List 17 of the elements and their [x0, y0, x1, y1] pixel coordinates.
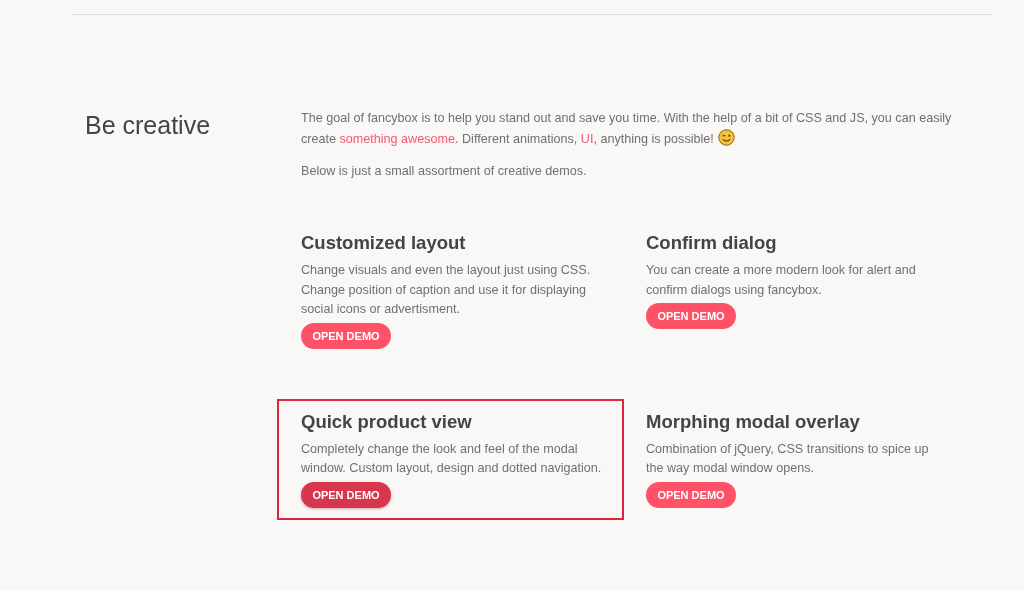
open-demo-button[interactable]: OPEN DEMO [301, 481, 391, 508]
card-title: Customized layout [301, 231, 467, 255]
smiley-icon [717, 129, 735, 146]
card-title: Quick product view [301, 409, 473, 434]
intro-paragraph: The goal of fancybox is to help you stand out and save you time. With the help of a bit of CSS and JS, you can easily create something awesome. Different animations, UI, anything is possible! [301, 110, 953, 148]
card-title: Morphing modal overlay [646, 409, 861, 434]
card-description: Completely change the look and feel of the modal window. Custom layout, design and dotted navigation. [301, 440, 603, 477]
card-description: Change visuals and even the layout just using CSS. Change position of caption and use it for displaying social icons or advertisment. [301, 262, 592, 318]
card-title: Confirm dialog [646, 231, 778, 255]
note-text: Below is just a small assortment of creative demos. [301, 163, 588, 180]
card-description: Combination of jQuery, CSS transitions to spice up the way modal window opens. [646, 440, 930, 477]
section-heading: Be creative [84, 110, 212, 141]
open-demo-button[interactable]: OPEN DEMO [301, 322, 391, 349]
text-link[interactable]: something awesome [339, 132, 456, 146]
open-demo-button[interactable]: OPEN DEMO [646, 481, 736, 508]
card-description: You can create a more modern look for alert and confirm dialogs using fancybox. [646, 262, 917, 299]
open-demo-button[interactable]: OPEN DEMO [646, 303, 736, 329]
